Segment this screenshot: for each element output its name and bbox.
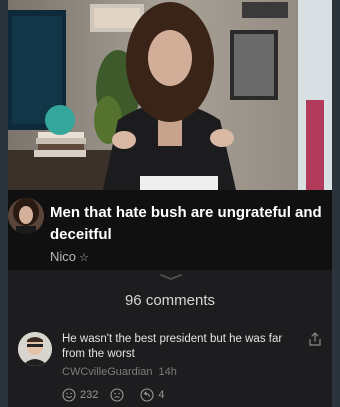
comments-sheet: 96 comments He wasn't the best president… bbox=[8, 270, 332, 407]
smile-icon bbox=[62, 388, 76, 402]
share-icon[interactable] bbox=[308, 332, 322, 346]
author-line[interactable]: Nico ☆ bbox=[50, 249, 89, 264]
comment-time: 14h bbox=[158, 366, 177, 378]
video-info: Men that hate bush are ungrateful and de… bbox=[8, 190, 332, 270]
video-frame bbox=[8, 0, 332, 190]
video-title: Men that hate bush are ungrateful and de… bbox=[50, 204, 322, 243]
star-icon: ☆ bbox=[79, 252, 89, 264]
comments-count: 96 comments bbox=[124, 292, 216, 309]
sheet-handle-icon[interactable] bbox=[160, 274, 182, 280]
neutral-face-icon bbox=[110, 388, 124, 402]
comment-text: He wasn't the best president but he was … bbox=[62, 333, 283, 360]
video-player[interactable] bbox=[8, 0, 332, 190]
author-name[interactable]: Nico bbox=[50, 249, 76, 264]
app-screen: Men that hate bush are ungrateful and de… bbox=[0, 0, 340, 407]
reply-button[interactable]: 4 bbox=[140, 388, 164, 402]
comment-actions: 232 4 bbox=[62, 386, 176, 404]
like-button[interactable]: 232 bbox=[62, 388, 98, 402]
dislike-button[interactable] bbox=[110, 388, 128, 402]
reply-icon bbox=[140, 388, 154, 402]
comment-meta: CWCvilleGuardian 14h bbox=[62, 366, 177, 378]
comment-username[interactable]: CWCvilleGuardian bbox=[62, 366, 152, 378]
reply-count: 4 bbox=[158, 389, 165, 401]
commenter-avatar[interactable] bbox=[18, 332, 52, 366]
like-count: 232 bbox=[80, 389, 99, 401]
channel-avatar[interactable] bbox=[8, 198, 44, 234]
